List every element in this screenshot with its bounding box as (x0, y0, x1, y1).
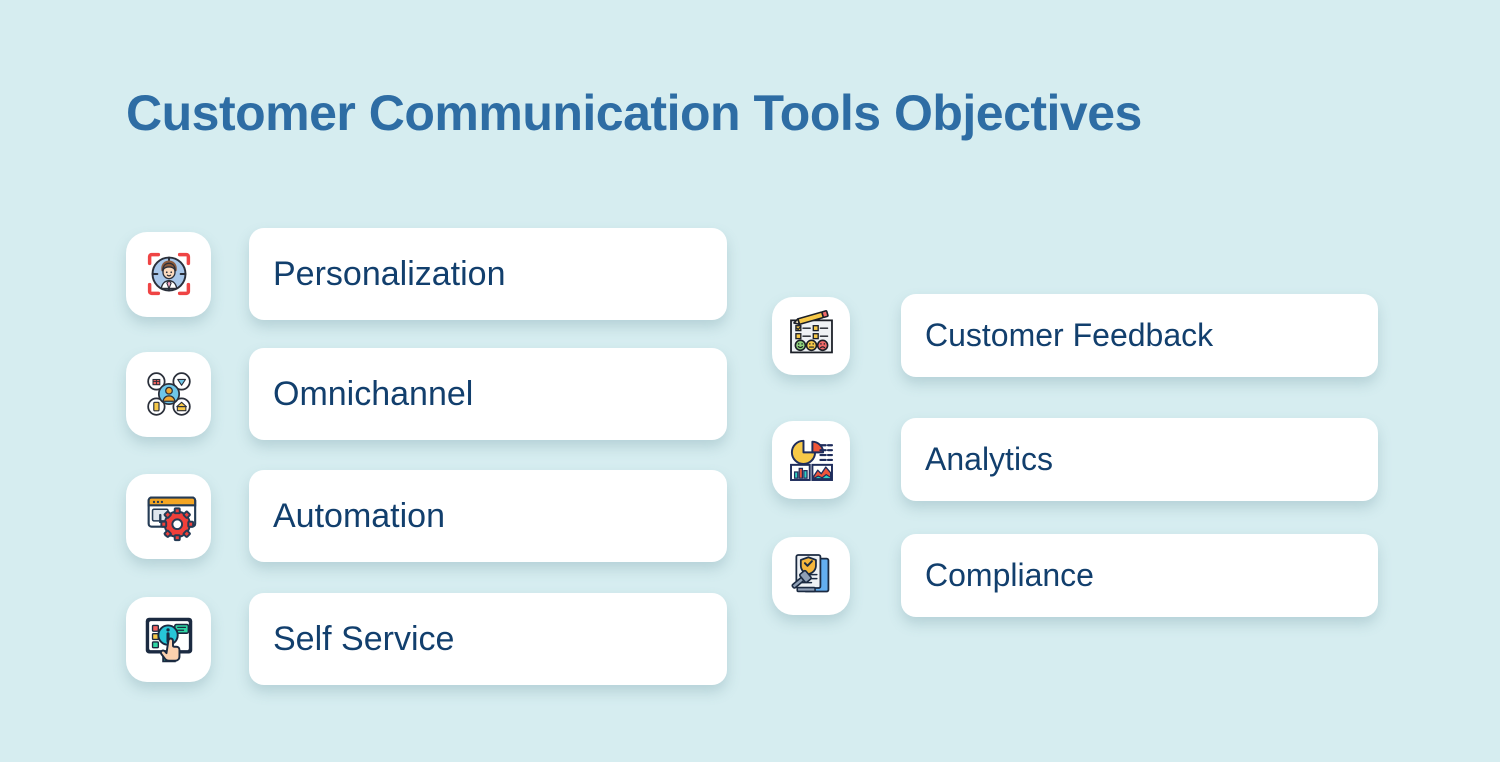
objective-card-automation[interactable]: Automation (249, 470, 727, 562)
info-kiosk-hand-icon (126, 596, 211, 682)
survey-emoji-icon (772, 296, 850, 375)
list-item[interactable]: Omnichannel (126, 348, 727, 440)
list-item[interactable]: Customer Feedback (772, 294, 1378, 377)
list-item[interactable]: Automation (126, 470, 727, 562)
objective-card-customer-feedback[interactable]: Customer Feedback (901, 294, 1378, 377)
objective-label: Compliance (925, 557, 1094, 593)
monitor-gear-icon (126, 473, 211, 559)
channel-network-icon (126, 351, 211, 437)
objective-label: Omnichannel (273, 374, 474, 413)
charts-dashboard-icon (772, 420, 850, 499)
document-shield-gavel-icon (772, 536, 850, 615)
list-item[interactable]: Personalization (126, 228, 727, 320)
objective-card-omnichannel[interactable]: Omnichannel (249, 348, 727, 440)
objective-label: Personalization (273, 254, 506, 293)
page-title: Customer Communication Tools Objectives (126, 85, 1142, 141)
list-item[interactable]: Analytics (772, 418, 1378, 501)
objective-label: Analytics (925, 441, 1054, 477)
objective-label: Automation (273, 496, 445, 535)
list-item[interactable]: Self Service (126, 593, 727, 685)
objective-card-personalization[interactable]: Personalization (249, 228, 727, 320)
infographic-canvas: Customer Communication Tools Objectives (0, 0, 1500, 762)
objective-card-self-service[interactable]: Self Service (249, 593, 727, 685)
list-item[interactable]: Compliance (772, 534, 1378, 617)
target-person-icon (126, 231, 211, 317)
objective-label: Customer Feedback (925, 317, 1214, 353)
objective-card-analytics[interactable]: Analytics (901, 418, 1378, 501)
objective-label: Self Service (273, 619, 455, 658)
objective-card-compliance[interactable]: Compliance (901, 534, 1378, 617)
